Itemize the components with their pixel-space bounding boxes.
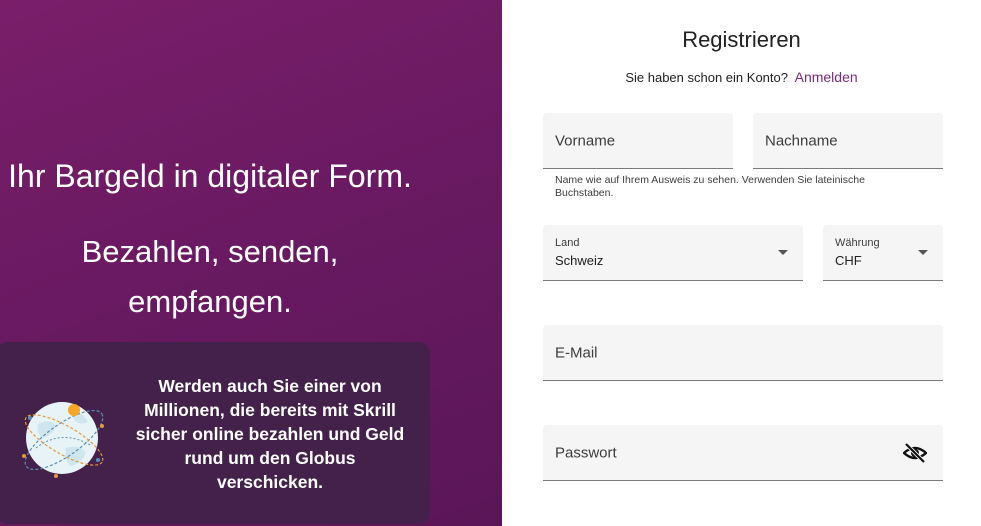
first-name-placeholder: Vorname [555,132,616,149]
chevron-down-icon [918,250,928,255]
register-form: Registrieren Sie haben schon ein Konto? … [502,0,981,526]
login-prompt-row: Sie haben schon ein Konto? Anmelden [502,69,981,85]
email-placeholder: E-Mail [555,344,598,361]
last-name-field[interactable]: Nachname [753,113,943,169]
currency-label: Währung [835,237,880,249]
currency-value: CHF [835,253,862,268]
promo-card: Werden auch Sie einer von Millionen, die… [0,342,430,524]
country-label: Land [555,237,580,249]
form-title: Registrieren [682,27,801,52]
hero-subline: Bezahlen, senden, empfangen. [81,234,339,319]
last-name-placeholder: Nachname [765,132,838,149]
eye-off-icon[interactable] [903,442,927,464]
password-placeholder: Passwort [555,444,617,461]
login-prompt: Sie haben schon ein Konto? [625,70,788,85]
hero-panel: Ihr Bargeld in digitaler Form. Bezahlen,… [0,0,502,526]
globe-icon [22,402,104,478]
login-link[interactable]: Anmelden [795,69,858,85]
hero-headline: Ihr Bargeld in digitaler Form. [8,158,412,194]
email-field[interactable]: E-Mail [543,325,943,381]
country-select[interactable]: Land Schweiz [543,225,803,281]
chevron-down-icon [778,250,788,255]
name-helper-text: Name wie auf Ihrem Ausweis zu sehen. Ver… [555,174,865,199]
currency-select[interactable]: Währung CHF [823,225,943,281]
promo-text: Werden auch Sie einer von Millionen, die… [135,376,405,492]
password-field[interactable]: Passwort [543,425,943,481]
country-value: Schweiz [555,253,604,268]
first-name-field[interactable]: Vorname [543,113,733,169]
